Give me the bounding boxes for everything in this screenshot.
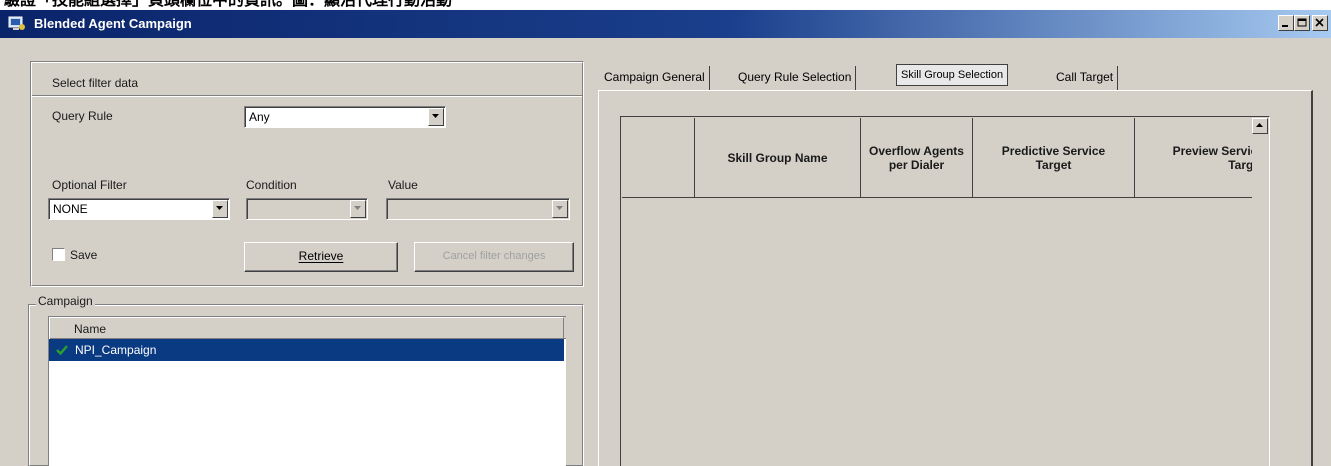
retrieve-button[interactable]: Retrieve [244, 242, 398, 272]
skill-group-grid-body: Skill Group Name Overflow Agents per Dia… [622, 118, 1265, 466]
save-label[interactable]: Save [70, 248, 97, 262]
name-column-header[interactable]: Name [49, 317, 564, 339]
skill-group-name-header-label: Skill Group Name [727, 150, 828, 165]
chevron-up-icon [1256, 123, 1263, 127]
grid-vertical-scrollbar[interactable] [1252, 118, 1268, 466]
maximize-button[interactable] [1294, 15, 1310, 31]
query-rule-select[interactable]: Any [244, 106, 446, 128]
save-checkbox[interactable] [52, 248, 65, 261]
value-select[interactable] [386, 198, 570, 220]
condition-label: Condition [246, 178, 297, 192]
filter-group-label: Select filter data [52, 76, 139, 90]
row-selector-header[interactable] [622, 118, 695, 198]
query-rule-value: Any [249, 110, 270, 124]
campaign-list-header: Name [49, 317, 566, 339]
scroll-up-button[interactable] [1252, 118, 1268, 134]
value-label: Value [388, 178, 418, 192]
campaign-group-label: Campaign [36, 294, 95, 308]
skill-group-grid[interactable]: Skill Group Name Overflow Agents per Dia… [620, 116, 1270, 466]
cancel-filter-changes-label: Cancel filter changes [442, 250, 546, 262]
skill-group-name-header[interactable]: Skill Group Name [695, 118, 861, 198]
app-window: Blended Agent Campaign Select filter dat… [0, 10, 1331, 466]
tab-query-rule-selection-label: Query Rule Selection [738, 70, 852, 84]
minimize-button[interactable] [1278, 15, 1294, 31]
predictive-service-target-header[interactable]: Predictive Service Target [973, 118, 1135, 198]
preview-service-target-header-label: Preview Service Target [1172, 143, 1264, 172]
overflow-agents-header[interactable]: Overflow Agents per Dialer [861, 118, 973, 198]
query-rule-label: Query Rule [52, 109, 113, 123]
minimize-icon [1282, 25, 1288, 27]
value-dropdown-button[interactable] [552, 200, 568, 218]
cancel-filter-changes-button[interactable]: Cancel filter changes [414, 242, 574, 272]
preview-service-target-header[interactable]: Preview Service Target [1135, 118, 1265, 198]
chevron-down-icon [216, 206, 223, 210]
window-title: Blended Agent Campaign [34, 16, 192, 31]
caption-text: 驗證「技能組選擇」頁頭欄位中的資訊。圖：顯活代理行動活動 [4, 0, 452, 9]
optional-filter-dropdown-button[interactable] [212, 200, 228, 218]
chevron-down-icon [354, 206, 361, 210]
optional-filter-label: Optional Filter [52, 178, 127, 192]
list-item[interactable]: NPI_Campaign [49, 339, 564, 361]
check-icon [55, 343, 69, 357]
filter-divider-highlight [32, 96, 582, 97]
condition-dropdown-button[interactable] [350, 200, 366, 218]
tab-call-target-label: Call Target [1056, 70, 1114, 84]
tab-query-rule-selection[interactable]: Query Rule Selection [734, 66, 857, 90]
campaign-name: NPI_Campaign [75, 343, 157, 357]
overflow-agents-header-label: Overflow Agents per Dialer [869, 143, 964, 172]
tab-skill-group-selection[interactable]: Skill Group Selection [896, 64, 1009, 86]
tab-call-target[interactable]: Call Target [1052, 66, 1119, 90]
predictive-service-target-header-label: Predictive Service Target [1001, 143, 1106, 172]
retrieve-button-label: Retrieve [298, 249, 344, 263]
maximize-icon [1297, 18, 1307, 27]
name-column-label: Name [74, 322, 107, 336]
condition-select[interactable] [246, 198, 368, 220]
chevron-down-icon [556, 206, 563, 210]
optional-filter-value: NONE [53, 202, 88, 216]
caption-strip: 驗證「技能組選擇」頁頭欄位中的資訊。圖：顯活代理行動活動 [0, 0, 1331, 10]
query-rule-dropdown-button[interactable] [428, 108, 444, 126]
tab-campaign-general[interactable]: Campaign General [600, 66, 710, 90]
app-icon [8, 16, 25, 30]
title-bar[interactable]: Blended Agent Campaign [0, 10, 1331, 38]
close-button[interactable] [1312, 15, 1328, 31]
chevron-down-icon [432, 114, 439, 118]
tab-skill-group-selection-label: Skill Group Selection [901, 69, 1004, 81]
optional-filter-select[interactable]: NONE [48, 198, 230, 220]
close-icon [1315, 18, 1324, 27]
tab-campaign-general-label: Campaign General [604, 70, 705, 84]
campaign-list[interactable]: Name NPI_Campaign [48, 316, 566, 466]
